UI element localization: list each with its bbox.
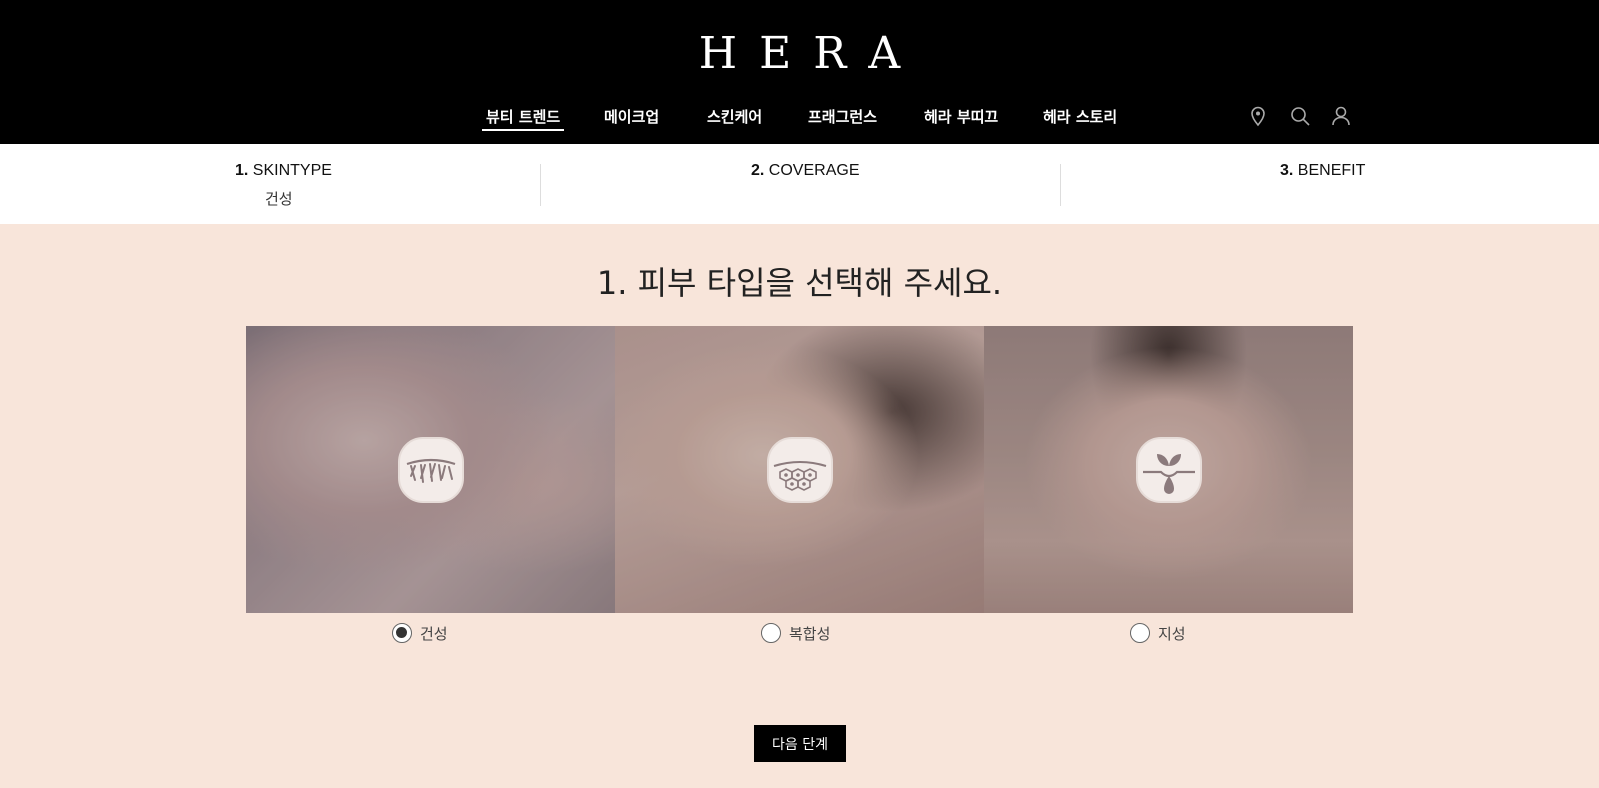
skin-type-card-oily[interactable] <box>984 326 1353 613</box>
nav-hera-story[interactable]: 헤라 스토리 <box>1043 106 1117 127</box>
step-number: 1. <box>235 162 249 179</box>
radio-button-checked[interactable] <box>392 623 412 643</box>
dry-skin-icon <box>397 436 465 504</box>
option-label: 건성 <box>420 624 448 643</box>
nav-skincare[interactable]: 스킨케어 <box>707 106 762 127</box>
step-number: 2. <box>751 162 765 179</box>
radio-button[interactable] <box>761 623 781 643</box>
next-step-button[interactable]: 다음 단계 <box>754 725 846 762</box>
step-divider <box>1060 164 1061 206</box>
option-label: 지성 <box>1158 624 1186 643</box>
nav-makeup[interactable]: 메이크업 <box>604 106 659 127</box>
step-3-benefit[interactable]: 3. BENEFIT <box>1280 162 1365 180</box>
location-pin-icon[interactable] <box>1246 104 1270 128</box>
skin-type-card-combination[interactable] <box>615 326 984 613</box>
step-name: COVERAGE <box>768 162 860 179</box>
search-icon[interactable] <box>1288 104 1312 128</box>
page-title: 1. 피부 타입을 선택해 주세요. <box>596 264 1003 302</box>
skin-type-card-dry[interactable] <box>246 326 615 613</box>
hera-logo[interactable]: HERA <box>0 28 1599 79</box>
radio-option-dry[interactable]: 건성 <box>392 622 448 644</box>
nav-fragrance[interactable]: 프래그런스 <box>808 106 877 127</box>
step-1-skintype[interactable]: 1. SKINTYPE <box>235 162 332 180</box>
step-1-value: 건성 <box>265 190 293 208</box>
nav-hera-boutique[interactable]: 헤라 부띠끄 <box>924 106 998 127</box>
step-number: 3. <box>1280 162 1294 179</box>
oily-skin-icon <box>1135 436 1203 504</box>
step-2-coverage[interactable]: 2. COVERAGE <box>751 162 859 180</box>
site-header: HERA 뷰티 트렌드 메이크업 스킨케어 프래그런스 헤라 부띠끄 헤라 스토… <box>0 0 1599 144</box>
step-progress-bar: 1. SKINTYPE 건성 2. COVERAGE 3. BENEFIT <box>0 144 1599 224</box>
user-icon[interactable] <box>1329 104 1353 128</box>
step-name: BENEFIT <box>1297 162 1366 179</box>
step-name: SKINTYPE <box>252 162 332 179</box>
option-label: 복합성 <box>789 624 831 643</box>
nav-beauty-trend[interactable]: 뷰티 트렌드 <box>481 106 565 131</box>
radio-option-oily[interactable]: 지성 <box>1130 622 1186 644</box>
radio-button[interactable] <box>1130 623 1150 643</box>
step-divider <box>540 164 541 206</box>
combination-skin-icon <box>766 436 834 504</box>
radio-option-combination[interactable]: 복합성 <box>761 622 830 644</box>
